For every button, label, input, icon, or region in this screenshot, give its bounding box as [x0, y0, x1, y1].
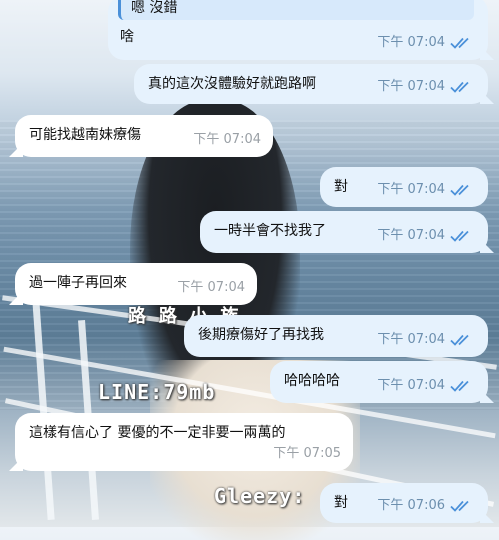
bubble-tail — [480, 46, 494, 60]
double-check-icon — [450, 500, 469, 512]
message-time: 下午 07:04 — [377, 79, 445, 94]
message-bubble-outgoing[interactable]: 哈哈哈哈 下午 07:04 — [270, 361, 494, 403]
bubble-tail — [480, 90, 494, 104]
message-time: 下午 07:04 — [177, 280, 245, 295]
message-bubble-outgoing[interactable]: 後期療傷好了再找我 下午 07:04 — [184, 315, 488, 357]
watermark-gleezy: Gleezy: — [214, 484, 306, 508]
message-bubble-outgoing[interactable]: 對 下午 07:04 — [320, 167, 488, 207]
message-bubble-incoming[interactable]: 過一陣子再回來 下午 07:04 — [9, 263, 257, 305]
message-bubble-outgoing[interactable]: 嗯 沒錯 啥 下午 07:04 — [108, 0, 494, 60]
message-text: 後期療傷好了再找我 — [198, 327, 324, 343]
double-check-icon — [450, 81, 469, 93]
double-check-icon — [450, 334, 469, 346]
message-text: 一時半會不找我了 — [214, 223, 326, 239]
message-bubble-incoming[interactable]: 可能找越南妹療傷 下午 07:04 — [9, 115, 273, 157]
bubble-tail — [480, 389, 494, 403]
bubble-tail — [480, 239, 494, 253]
message-time: 下午 07:05 — [273, 446, 341, 461]
double-check-icon — [450, 184, 469, 196]
message-bubble-incoming[interactable]: 這樣有信心了 要優的不一定非要一兩萬的 下午 07:05 — [9, 413, 353, 471]
message-bubble-outgoing[interactable]: 一時半會不找我了 下午 07:04 — [200, 211, 494, 253]
message-time: 下午 07:04 — [377, 182, 445, 197]
reply-quote[interactable]: 嗯 沒錯 — [118, 0, 474, 20]
message-text: 啥 — [120, 29, 134, 45]
message-text: 對 — [334, 495, 348, 511]
message-time: 下午 07:04 — [193, 132, 261, 147]
message-time: 下午 07:04 — [377, 228, 445, 243]
bubble-tail — [9, 143, 23, 157]
message-text: 這樣有信心了 要優的不一定非要一兩萬的 — [29, 425, 286, 441]
message-text: 過一陣子再回來 — [29, 275, 127, 291]
message-text: 哈哈哈哈 — [284, 373, 340, 389]
message-text: 真的這次沒體驗好就跑路啊 — [148, 76, 316, 92]
message-bubble-outgoing[interactable]: 真的這次沒體驗好就跑路啊 下午 07:04 — [134, 64, 494, 104]
message-text: 對 — [334, 179, 348, 195]
bubble-tail — [9, 457, 23, 471]
reply-quote-text: 嗯 沒錯 — [131, 0, 178, 16]
message-text: 可能找越南妹療傷 — [29, 127, 141, 143]
message-time: 下午 07:04 — [377, 378, 445, 393]
double-check-icon — [450, 37, 469, 49]
message-time: 下午 07:04 — [377, 332, 445, 347]
message-time: 下午 07:06 — [377, 498, 445, 513]
bubble-tail — [480, 509, 494, 523]
railing-post — [32, 300, 55, 520]
double-check-icon — [450, 380, 469, 392]
message-bubble-outgoing[interactable]: 對 下午 07:06 — [320, 483, 494, 523]
message-time: 下午 07:04 — [377, 35, 445, 50]
bubble-tail — [9, 291, 23, 305]
double-check-icon — [450, 230, 469, 242]
watermark-line: LINE:79mb — [98, 380, 216, 404]
